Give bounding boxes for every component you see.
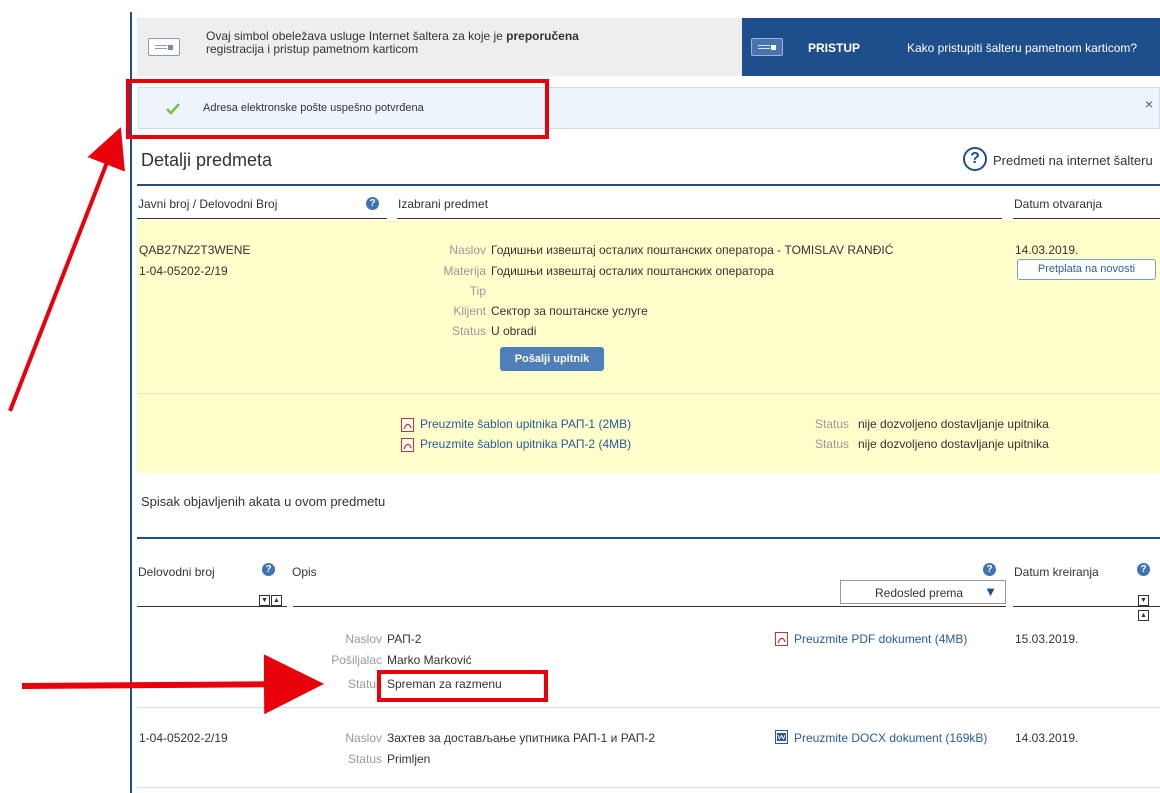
annotation-arrow: [21, 654, 324, 715]
annotation-arrow: [8, 127, 125, 412]
annotation-arrows: [8, 127, 324, 715]
